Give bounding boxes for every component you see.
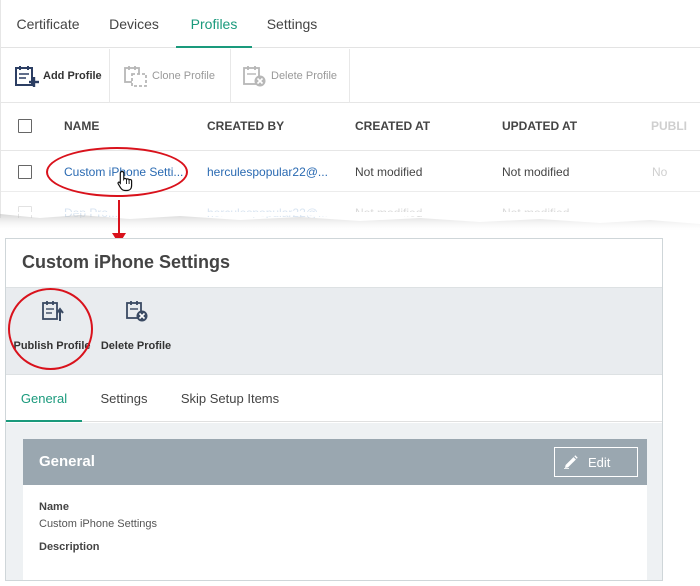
created-by-link[interactable]: herculespopular22@... [207,152,328,192]
detail-toolbar: Publish Profile Delete Profile [6,287,662,375]
publish-profile-icon [42,300,64,322]
row-checkbox[interactable] [18,165,32,179]
delete-profile-button[interactable]: Delete Profile [243,49,337,103]
pencil-icon [564,455,578,470]
column-header-created-at[interactable]: CREATED AT [355,103,430,149]
hand-pointer-icon [117,170,135,192]
toolbar-divider [109,49,110,103]
select-all-checkbox[interactable] [18,119,32,133]
published-cell: No [652,165,668,179]
toolbar-divider [349,49,350,103]
profiles-toolbar: Add Profile Clone Profile Delete Profile [1,49,700,103]
profiles-list-panel: Certificate Devices Profiles Settings Ad… [0,0,700,218]
detail-body: General Edit Name Custom iPhone Settings… [6,423,662,580]
detail-tabs: General Settings Skip Setup Items [6,376,662,422]
toolbar-divider [230,49,231,103]
delete-profile-label: Delete Profile [100,340,172,352]
tab-general[interactable]: General [6,376,82,422]
table-row[interactable]: Custom iPhone Setti... herculespopular22… [1,152,700,192]
column-header-name[interactable]: NAME [64,103,99,149]
edit-label: Edit [588,455,611,470]
main-tabs: Certificate Devices Profiles Settings [1,0,700,48]
tab-skip-setup-items[interactable]: Skip Setup Items [174,376,286,422]
general-section: General Edit Name Custom iPhone Settings… [23,439,647,580]
section-header: General Edit [23,439,647,485]
annotation-arrow-line [118,200,120,236]
add-profile-button[interactable]: Add Profile [15,49,102,103]
edit-button[interactable]: Edit [554,447,638,477]
column-header-created-by[interactable]: CREATED BY [207,103,284,149]
description-field-label: Description [39,541,100,553]
add-profile-label: Add Profile [43,70,102,82]
column-header-published[interactable]: PUBLI [651,103,687,149]
updated-at-cell: Not modified [502,165,570,179]
publish-profile-label: Publish Profile [13,340,91,352]
tab-settings[interactable]: Settings [259,0,325,48]
name-field-label: Name [39,501,69,513]
delete-profile-icon [126,300,148,322]
delete-profile-button[interactable]: Delete Profile [93,288,179,376]
clone-profile-button[interactable]: Clone Profile [124,49,215,103]
tab-certificate[interactable]: Certificate [9,0,87,48]
table-header: NAME CREATED BY CREATED AT UPDATED AT PU… [1,103,700,151]
name-field-value: Custom iPhone Settings [39,518,158,530]
tab-devices[interactable]: Devices [97,0,171,48]
add-profile-icon [15,65,39,87]
publish-profile-button[interactable]: Publish Profile [9,288,95,376]
delete-profile-label: Delete Profile [271,70,338,82]
delete-profile-icon [243,65,267,87]
torn-edge [0,212,700,232]
created-at-cell: Not modified [355,165,423,179]
tab-settings[interactable]: Settings [94,376,154,422]
clone-profile-label: Clone Profile [152,70,215,82]
tab-profiles[interactable]: Profiles [176,0,252,48]
profile-detail-panel: Custom iPhone Settings Publish Profile D… [5,238,663,581]
clone-profile-icon [124,65,148,87]
section-title: General [39,453,95,470]
column-header-updated-at[interactable]: UPDATED AT [502,103,577,149]
page-title: Custom iPhone Settings [22,252,231,272]
